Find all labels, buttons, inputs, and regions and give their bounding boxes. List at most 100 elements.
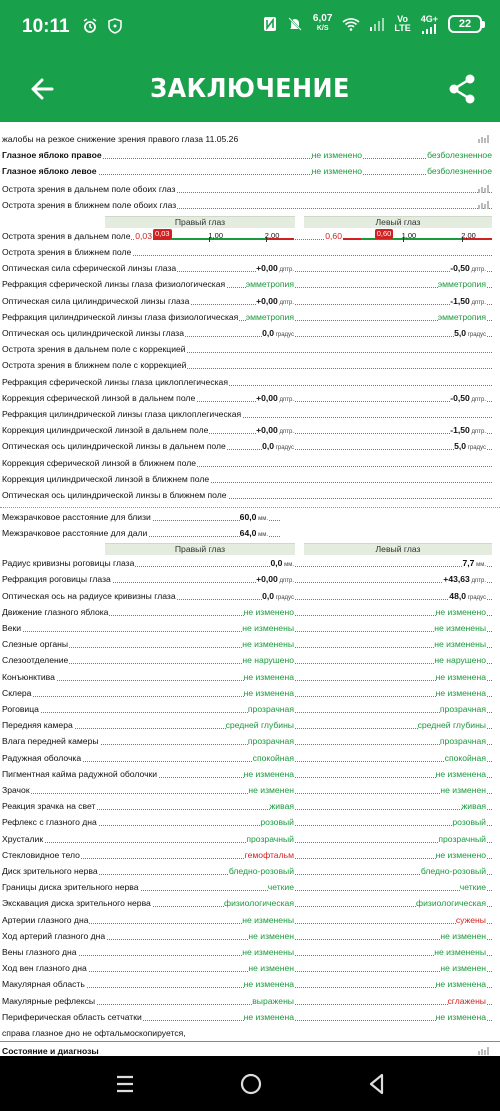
exam-row: Хрусталик прозрачный прозрачный — [0, 831, 500, 848]
share-icon — [449, 74, 475, 104]
refraction-row: Оптическая ось цилиндрической линзы глаз… — [0, 326, 500, 342]
right-eye-value: +0,00 дптр. — [256, 293, 294, 310]
left-eye-value: 7,7 мм. — [462, 556, 486, 573]
home-button[interactable] — [236, 1070, 266, 1098]
unit-label: дптр. — [469, 429, 486, 436]
bar-chart-icon[interactable] — [478, 1047, 490, 1055]
right-eye-value: 0,0 градус — [262, 439, 294, 456]
right-eye-header-2: Правый глаз — [105, 543, 295, 556]
right-eye-value: не изменена — [243, 766, 294, 781]
right-eye-value: не изменена — [243, 1009, 294, 1024]
section-title-cut: Состояние и диагнозы — [0, 1044, 500, 1056]
right-eye-value: прозрачная — [247, 702, 294, 716]
row-label: Границы диска зрительного нерва — [2, 880, 140, 895]
network-speed: 6,07 K/S — [313, 14, 332, 34]
bar-chart-icon[interactable] — [478, 185, 490, 193]
system-nav-bar — [0, 1056, 500, 1111]
left-eye-header-2: Левый глаз — [304, 543, 492, 556]
bar-chart-icon[interactable] — [478, 135, 490, 143]
row-label: Состояние и диагнозы — [2, 1044, 100, 1056]
left-eye-value: -1,50 дптр. — [450, 293, 486, 310]
exam-row: Границы диска зрительного нерва четкие чет… — [0, 880, 500, 896]
row-label: Рефракция цилиндрической линзы глаза цик… — [2, 407, 243, 421]
shield-icon — [108, 18, 122, 34]
refraction-row: Коррекция цилиндрической линзой в ближне… — [0, 471, 500, 488]
right-eye-value: не изменены — [242, 912, 294, 927]
left-eye-value: эмметропия — [437, 277, 486, 292]
exam-row: Передняя камера средней глубины средней гл… — [0, 718, 500, 734]
bar-chart-icon[interactable] — [478, 201, 490, 209]
refraction-row: Оптическая ось цилиндрической линзы в бл… — [0, 488, 500, 504]
scale-tick-label: 1,00 — [208, 231, 223, 240]
exam-row: Рефракция роговицы глаза +0,00 дптр. +43,6… — [0, 572, 500, 589]
row-label: Радиус кривизны роговицы глаза — [2, 556, 136, 571]
row-label: Оптическая сила цилиндрической линзы гла… — [2, 293, 191, 308]
right-eye-value: розовый — [260, 815, 294, 830]
left-eye-value: не изменены — [434, 637, 486, 652]
share-button[interactable] — [446, 72, 478, 106]
back-triangle-icon — [369, 1073, 384, 1095]
nfc-icon — [263, 17, 276, 31]
alarm-icon — [83, 18, 97, 33]
left-eye-value: прозрачная — [439, 702, 486, 716]
refraction-row: Оптическая ось цилиндрической линзы в да… — [0, 439, 500, 456]
left-eye-value: эмметропия — [437, 309, 486, 324]
row-label: Роговица — [2, 702, 40, 716]
nav-back-button[interactable] — [362, 1070, 392, 1098]
row-label: Оптическая ось на радиусе кривизны глаза — [2, 588, 177, 603]
refraction-row: Рефракция сферической линзы глаза физиол… — [0, 277, 500, 293]
row-label: Оптическая ось цилиндрической линзы в бл… — [2, 488, 228, 502]
row-label: Реакция зрачка на свет — [2, 799, 97, 814]
refraction-row: Рефракция цилиндрической линзы глаза цик… — [0, 407, 500, 423]
exam-row: Веки не изменены не изменены — [0, 621, 500, 637]
exam-row: Вены глазного дна не изменены не изменены — [0, 945, 500, 961]
unit-label: дптр. — [277, 299, 294, 306]
left-eye-value: 5,0 градус — [454, 439, 486, 456]
refraction-row: Острота зрения в ближнем поле — [0, 245, 500, 261]
right-eye-value: не изменен — [248, 961, 294, 976]
row-label: Макулярные рефлексы — [2, 993, 97, 1008]
unit-label: дптр. — [277, 578, 294, 585]
pupillary-row: Межзрачковое расстояние для близи 60,0 мм… — [0, 510, 500, 527]
right-eye-value: 0,0 градус — [262, 326, 294, 342]
status-right-icons: 6,07 K/S Vo LTE 4G+ 22 — [263, 14, 485, 34]
speed-unit: K/S — [316, 25, 329, 32]
row-label: Периферическая область сетчатки — [2, 1009, 143, 1024]
left-eye-value: не изменен — [440, 783, 486, 797]
unit-label: мм. — [256, 532, 268, 539]
acuity-marker: 0,60 — [374, 229, 394, 239]
exam-row: Макулярные рефлексы выражены сглажены — [0, 993, 500, 1010]
row-label: Слезоотделение — [2, 653, 70, 668]
scale-tick — [209, 237, 211, 242]
report-content[interactable]: жалобы на резкое снижение зрения правого… — [0, 130, 500, 1056]
left-eye-value: не изменен — [440, 961, 486, 976]
note-row: справа глазное дно не офтальмоскопируетс… — [0, 1026, 500, 1042]
unit-label: дптр. — [469, 267, 486, 274]
row-label: Макулярная область — [2, 977, 86, 992]
eyeball-status: не изменено — [311, 164, 362, 178]
unit-label: мм. — [256, 516, 268, 523]
left-eye-value: живая — [461, 799, 486, 814]
both-eyes-row: Острота зрения в дальнем поле обоих глаз — [0, 182, 500, 198]
section-divider — [0, 1041, 500, 1042]
row-label: Острота зрения в дальнем поле с коррекци… — [2, 342, 187, 357]
complaint-row: жалобы на резкое снижение зрения правого… — [0, 132, 500, 148]
right-acuity-value: 0,03 — [135, 229, 152, 243]
recent-apps-button[interactable] — [110, 1070, 140, 1098]
left-eye-value: не изменена — [435, 685, 486, 700]
right-eye-value: не изменен — [248, 928, 294, 943]
unit-label: мм. — [282, 562, 294, 569]
unit-label: дптр. — [277, 267, 294, 274]
unit-label: дптр. — [469, 299, 486, 306]
row-label: Ход вен глазного дна — [2, 961, 88, 976]
right-eye-value: не изменена — [243, 977, 294, 992]
speed-value: 6,07 — [312, 13, 333, 24]
left-eye-header: Левый глаз — [304, 216, 492, 228]
right-eye-value: 0,0 мм. — [270, 556, 294, 573]
row-label: Вены глазного дна — [2, 945, 78, 959]
app-bar: ЗАКЛЮЧЕНИЕ — [0, 56, 500, 122]
left-acuity-scale: 0,60 1,00 2,00 — [343, 229, 492, 243]
row-label: Коррекция цилиндрической линзой в ближне… — [2, 471, 211, 486]
unit-label: градус — [466, 594, 486, 601]
right-eye-value: не изменены — [242, 945, 294, 959]
